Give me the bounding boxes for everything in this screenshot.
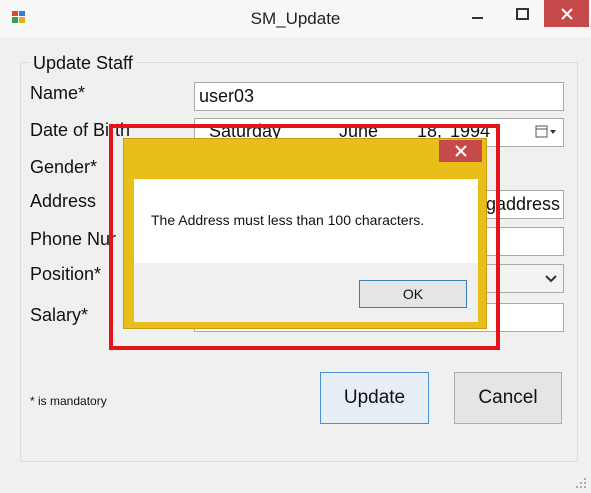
close-icon xyxy=(560,7,573,20)
gender-label: Gender* xyxy=(30,157,98,177)
minimize-icon xyxy=(472,16,483,19)
dialog-footer: OK xyxy=(134,263,478,322)
resize-grip-icon[interactable] xyxy=(575,477,587,489)
salary-label: Salary* xyxy=(30,305,89,325)
title-bar[interactable]: SM_Update xyxy=(0,0,591,37)
mandatory-note: * is mandatory xyxy=(30,394,107,408)
maximize-button[interactable] xyxy=(500,0,544,27)
close-icon xyxy=(454,145,467,157)
maximize-icon xyxy=(515,7,529,20)
cancel-button[interactable]: Cancel xyxy=(454,372,562,424)
calendar-dropdown-icon[interactable] xyxy=(535,125,557,139)
app-window: SM_Update Update Staff Name* Date of Bir… xyxy=(0,0,591,493)
ok-button[interactable]: OK xyxy=(359,280,467,308)
name-input[interactable]: user03 xyxy=(194,82,564,111)
minimize-button[interactable] xyxy=(456,0,500,27)
dialog-close-button[interactable] xyxy=(439,140,482,162)
phone-label: Phone Nur xyxy=(30,229,117,249)
group-title: Update Staff xyxy=(30,53,136,74)
message-dialog: The Address must less than 100 character… xyxy=(123,138,487,329)
close-button[interactable] xyxy=(544,0,589,27)
chevron-down-icon xyxy=(545,275,557,283)
dialog-body: The Address must less than 100 character… xyxy=(134,179,478,263)
update-button[interactable]: Update xyxy=(320,372,429,424)
address-label: Address xyxy=(30,191,97,211)
position-label: Position* xyxy=(30,264,102,284)
name-label: Name* xyxy=(30,83,86,103)
dialog-message: The Address must less than 100 character… xyxy=(151,212,425,228)
